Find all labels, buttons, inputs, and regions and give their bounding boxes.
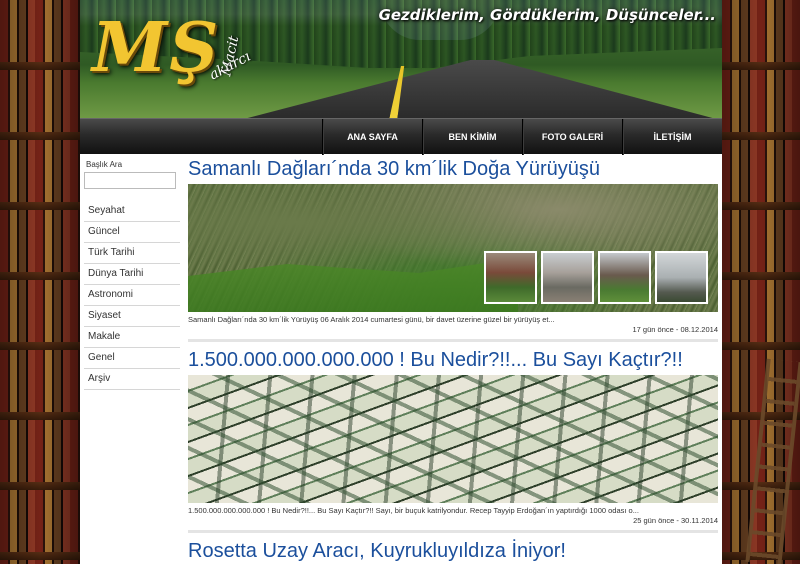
category-list: Seyahat Güncel Türk Tarihi Dünya Tarihi … bbox=[84, 201, 180, 390]
sidebar: Başlık Ara Seyahat Güncel Türk Tarihi Dü… bbox=[80, 154, 184, 564]
gallery-thumbnail[interactable] bbox=[541, 251, 594, 304]
post-title-link[interactable]: Rosetta Uzay Aracı, Kuyrukluyıldıza İniy… bbox=[188, 536, 718, 564]
gallery-thumbnail[interactable] bbox=[655, 251, 708, 304]
gallery-thumbnail[interactable] bbox=[484, 251, 537, 304]
category-item-turk-tarihi[interactable]: Türk Tarihi bbox=[84, 243, 180, 264]
post-featured-image[interactable] bbox=[188, 184, 718, 312]
bookshelf-left-background bbox=[0, 0, 80, 564]
image-grass-area bbox=[188, 258, 518, 312]
nav-item-photo-gallery[interactable]: FOTO GALERİ bbox=[522, 119, 622, 155]
post-date-meta: 25 gün önce - 30.11.2014 bbox=[633, 516, 718, 525]
site-header: MŞ Macit akarcı Gezdiklerim, Gördüklerim… bbox=[80, 0, 722, 118]
category-item-seyahat[interactable]: Seyahat bbox=[84, 201, 180, 222]
gallery-thumbnails bbox=[484, 251, 708, 304]
nav-item-contact[interactable]: İLETİŞİM bbox=[622, 119, 722, 155]
post-divider bbox=[188, 337, 718, 342]
nav-item-home[interactable]: ANA SAYFA bbox=[322, 119, 422, 155]
post-excerpt: 1.500.000.000.000.000 ! Bu Nedir?!!... B… bbox=[188, 506, 639, 515]
site-logo[interactable]: MŞ bbox=[92, 8, 220, 88]
site-tagline: Gezdiklerim, Gördüklerim, Düşünceler... bbox=[378, 6, 716, 24]
content-area: Başlık Ara Seyahat Güncel Türk Tarihi Dü… bbox=[80, 154, 722, 564]
header-road bbox=[240, 60, 720, 118]
category-item-guncel[interactable]: Güncel bbox=[84, 222, 180, 243]
nav-item-about[interactable]: BEN KİMİM bbox=[422, 119, 522, 155]
main-navigation: ANA SAYFA BEN KİMİM FOTO GALERİ İLETİŞİM bbox=[80, 118, 722, 155]
post-featured-image[interactable] bbox=[188, 375, 718, 503]
post-article: Rosetta Uzay Aracı, Kuyrukluyıldıza İniy… bbox=[188, 536, 718, 564]
post-date-meta: 17 gün önce - 08.12.2014 bbox=[632, 325, 719, 334]
category-item-arsiv[interactable]: Arşiv bbox=[84, 369, 180, 390]
main-content: Samanlı Dağları´nda 30 km´lik Doğa Yürüy… bbox=[184, 154, 722, 564]
gallery-thumbnail[interactable] bbox=[598, 251, 651, 304]
page-container: MŞ Macit akarcı Gezdiklerim, Gördüklerim… bbox=[80, 0, 722, 564]
search-label: Başlık Ara bbox=[86, 160, 123, 169]
category-item-astronomi[interactable]: Astronomi bbox=[84, 285, 180, 306]
post-excerpt: Samanlı Dağları´nda 30 km´lik Yürüyüş 06… bbox=[188, 315, 555, 324]
category-item-siyaset[interactable]: Siyaset bbox=[84, 306, 180, 327]
post-article: Samanlı Dağları´nda 30 km´lik Doğa Yürüy… bbox=[188, 154, 718, 342]
post-divider bbox=[188, 528, 718, 533]
title-search-input[interactable] bbox=[84, 172, 176, 189]
category-item-genel[interactable]: Genel bbox=[84, 348, 180, 369]
post-article: 1.500.000.000.000.000 ! Bu Nedir?!!... B… bbox=[188, 345, 718, 533]
post-title-link[interactable]: Samanlı Dağları´nda 30 km´lik Doğa Yürüy… bbox=[188, 154, 718, 184]
category-item-dunya-tarihi[interactable]: Dünya Tarihi bbox=[84, 264, 180, 285]
post-title-link[interactable]: 1.500.000.000.000.000 ! Bu Nedir?!!... B… bbox=[188, 345, 718, 375]
category-item-makale[interactable]: Makale bbox=[84, 327, 180, 348]
